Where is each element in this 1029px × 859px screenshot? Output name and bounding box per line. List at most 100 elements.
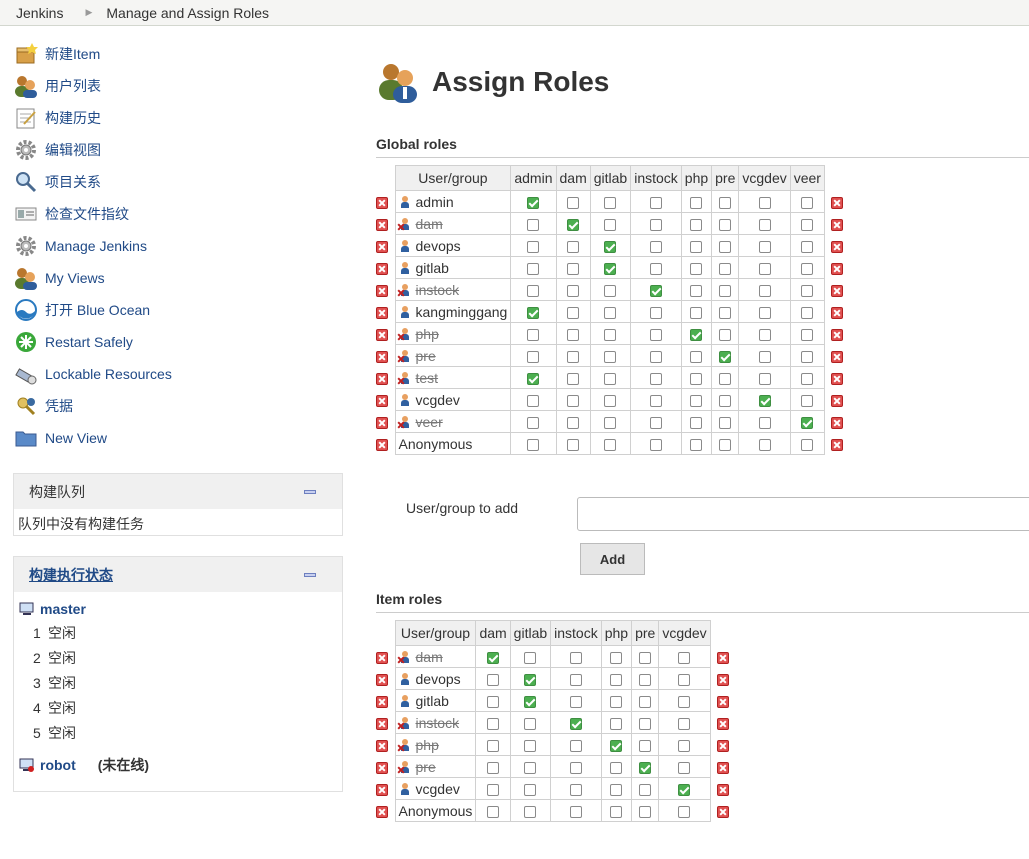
role-checkbox-pre[interactable]: [719, 372, 732, 385]
role-checkbox-instock[interactable]: [649, 350, 662, 363]
executor-status-title-link[interactable]: 构建执行状态: [29, 565, 113, 585]
sidebar-task-12[interactable]: New View: [14, 422, 344, 454]
role-checkbox-instock[interactable]: [649, 284, 662, 297]
role-checkbox-vcgdev[interactable]: [758, 262, 771, 275]
role-checkbox-veer[interactable]: [801, 372, 814, 385]
delete-row-icon[interactable]: [376, 262, 388, 275]
role-checkbox-pre[interactable]: [639, 717, 652, 730]
role-checkbox-instock[interactable]: [649, 438, 662, 451]
role-checkbox-pre[interactable]: [719, 262, 732, 275]
role-checkbox-vcgdev[interactable]: [758, 196, 771, 209]
role-checkbox-instock[interactable]: [649, 394, 662, 407]
role-checkbox-pre[interactable]: [719, 196, 732, 209]
delete-row-icon[interactable]: [376, 673, 388, 686]
role-checkbox-veer[interactable]: [801, 394, 814, 407]
delete-row-icon[interactable]: [717, 695, 730, 708]
role-checkbox-pre[interactable]: [719, 438, 732, 451]
role-checkbox-pre[interactable]: [719, 218, 732, 231]
role-checkbox-vcgdev[interactable]: [758, 350, 771, 363]
role-checkbox-gitlab[interactable]: [524, 739, 537, 752]
role-checkbox-gitlab[interactable]: [604, 416, 617, 429]
collapse-icon[interactable]: [304, 490, 316, 494]
role-checkbox-dam[interactable]: [487, 695, 500, 708]
role-checkbox-gitlab[interactable]: [524, 783, 537, 796]
role-checkbox-vcgdev[interactable]: [758, 372, 771, 385]
delete-row-icon[interactable]: [831, 394, 844, 407]
role-checkbox-php[interactable]: [610, 783, 623, 796]
role-checkbox-vcgdev[interactable]: [758, 394, 771, 407]
role-checkbox-dam[interactable]: [567, 284, 580, 297]
role-checkbox-veer[interactable]: [801, 218, 814, 231]
role-checkbox-veer[interactable]: [801, 438, 814, 451]
role-checkbox-admin[interactable]: [527, 284, 540, 297]
role-checkbox-gitlab[interactable]: [524, 805, 537, 818]
sidebar-task-link[interactable]: 新建Item: [45, 44, 100, 64]
role-checkbox-pre[interactable]: [639, 783, 652, 796]
sidebar-task-2[interactable]: 构建历史: [14, 102, 344, 134]
role-checkbox-php[interactable]: [610, 651, 623, 664]
role-checkbox-admin[interactable]: [527, 438, 540, 451]
role-checkbox-pre[interactable]: [719, 394, 732, 407]
role-checkbox-vcgdev[interactable]: [678, 805, 691, 818]
delete-row-icon[interactable]: [717, 805, 730, 818]
delete-row-icon[interactable]: [831, 284, 844, 297]
role-checkbox-veer[interactable]: [801, 328, 814, 341]
role-checkbox-dam[interactable]: [567, 372, 580, 385]
role-checkbox-veer[interactable]: [801, 262, 814, 275]
role-checkbox-instock[interactable]: [649, 328, 662, 341]
role-checkbox-instock[interactable]: [649, 416, 662, 429]
role-checkbox-vcgdev[interactable]: [678, 717, 691, 730]
role-checkbox-vcgdev[interactable]: [678, 783, 691, 796]
delete-row-icon[interactable]: [717, 717, 730, 730]
sidebar-task-link[interactable]: 用户列表: [45, 76, 101, 96]
delete-row-icon[interactable]: [376, 372, 388, 385]
delete-row-icon[interactable]: [831, 438, 844, 451]
role-checkbox-php[interactable]: [690, 240, 703, 253]
user-group-add-input[interactable]: [577, 497, 1029, 531]
role-checkbox-instock[interactable]: [569, 739, 582, 752]
delete-row-icon[interactable]: [376, 218, 388, 231]
delete-row-icon[interactable]: [717, 783, 730, 796]
role-checkbox-php[interactable]: [610, 739, 623, 752]
role-checkbox-instock[interactable]: [569, 761, 582, 774]
role-checkbox-vcgdev[interactable]: [758, 284, 771, 297]
role-checkbox-pre[interactable]: [639, 673, 652, 686]
sidebar-task-link[interactable]: Manage Jenkins: [45, 238, 147, 254]
role-checkbox-gitlab[interactable]: [604, 306, 617, 319]
role-checkbox-admin[interactable]: [527, 306, 540, 319]
role-checkbox-admin[interactable]: [527, 218, 540, 231]
sidebar-task-7[interactable]: My Views: [14, 262, 344, 294]
role-checkbox-admin[interactable]: [527, 262, 540, 275]
role-checkbox-vcgdev[interactable]: [758, 438, 771, 451]
role-checkbox-veer[interactable]: [801, 350, 814, 363]
sidebar-task-4[interactable]: 项目关系: [14, 166, 344, 198]
role-checkbox-vcgdev[interactable]: [678, 651, 691, 664]
role-checkbox-gitlab[interactable]: [604, 328, 617, 341]
role-checkbox-admin[interactable]: [527, 196, 540, 209]
delete-row-icon[interactable]: [831, 372, 844, 385]
role-checkbox-dam[interactable]: [567, 306, 580, 319]
role-checkbox-vcgdev[interactable]: [678, 739, 691, 752]
sidebar-task-5[interactable]: 检查文件指纹: [14, 198, 344, 230]
role-checkbox-vcgdev[interactable]: [678, 673, 691, 686]
role-checkbox-admin[interactable]: [527, 394, 540, 407]
role-checkbox-vcgdev[interactable]: [758, 328, 771, 341]
role-checkbox-instock[interactable]: [649, 218, 662, 231]
role-checkbox-vcgdev[interactable]: [758, 218, 771, 231]
role-checkbox-instock[interactable]: [569, 805, 582, 818]
role-checkbox-dam[interactable]: [487, 783, 500, 796]
role-checkbox-dam[interactable]: [487, 761, 500, 774]
role-checkbox-pre[interactable]: [639, 739, 652, 752]
sidebar-task-link[interactable]: New View: [45, 430, 107, 446]
role-checkbox-vcgdev[interactable]: [758, 240, 771, 253]
delete-row-icon[interactable]: [831, 416, 844, 429]
delete-row-icon[interactable]: [376, 695, 388, 708]
delete-row-icon[interactable]: [831, 240, 844, 253]
role-checkbox-dam[interactable]: [567, 350, 580, 363]
role-checkbox-gitlab[interactable]: [524, 651, 537, 664]
role-checkbox-php[interactable]: [610, 695, 623, 708]
sidebar-task-link[interactable]: 检查文件指纹: [45, 204, 129, 224]
role-checkbox-vcgdev[interactable]: [758, 416, 771, 429]
delete-row-icon[interactable]: [376, 306, 388, 319]
role-checkbox-php[interactable]: [690, 284, 703, 297]
